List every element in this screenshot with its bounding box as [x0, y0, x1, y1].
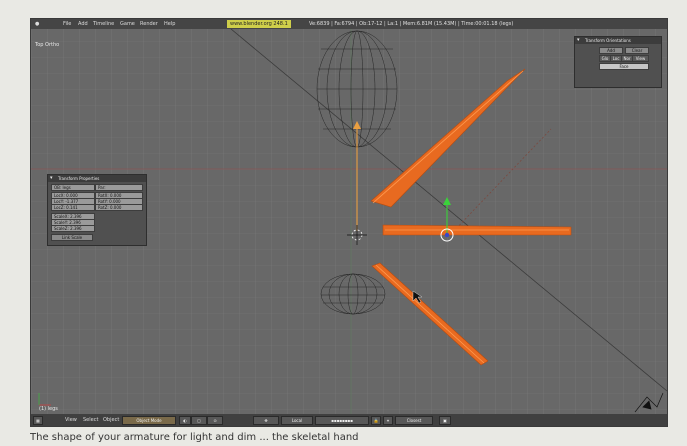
orientation-panel-title[interactable]: Transform Orientations: [575, 37, 661, 44]
scale-z-field[interactable]: ScaleZ: 2.396: [51, 225, 95, 232]
lock-icon[interactable]: 🔒: [371, 416, 381, 425]
parent-field[interactable]: Par:: [95, 184, 143, 191]
object-name-field[interactable]: OB: legs: [51, 184, 95, 191]
menu-select[interactable]: Select: [83, 414, 98, 426]
menu-timeline[interactable]: Timeline: [93, 19, 114, 29]
menu-view[interactable]: View: [65, 414, 77, 426]
add-orientation-button[interactable]: Add: [599, 47, 623, 54]
transform-properties-panel: Transform Properties ▾ OB: legs Par: Loc…: [47, 174, 147, 246]
armature-bone-middle[interactable]: [382, 224, 572, 236]
layer-buttons[interactable]: ▪▪▪▪▪▪▪▪: [315, 416, 369, 425]
video-caption: The shape of your armature for light and…: [30, 432, 359, 443]
video-frame: ● File Add Timeline Game Render Help www…: [0, 0, 687, 446]
orientation-face-item[interactable]: Face: [599, 63, 649, 70]
clear-orientation-button[interactable]: Clear: [625, 47, 649, 54]
loc-z-field[interactable]: LocZ: 0.141: [51, 204, 95, 211]
mode-selector[interactable]: Object Mode: [122, 416, 176, 425]
panel-collapse-icon[interactable]: ▾: [50, 175, 53, 182]
snap-icon[interactable]: ⌖: [383, 416, 393, 425]
render-icon[interactable]: ▣: [439, 416, 451, 425]
blender-window: ● File Add Timeline Game Render Help www…: [30, 18, 668, 427]
panel-collapse-icon[interactable]: ▾: [577, 37, 580, 44]
transform-orientations-panel: Transform Orientations ▾ Add Clear Glo L…: [574, 36, 662, 88]
menu-game[interactable]: Game: [120, 19, 135, 29]
pivot-icon[interactable]: ⊙: [207, 416, 223, 425]
blender-url[interactable]: www.blender.org 248.1: [227, 20, 291, 28]
snap-mode-selector[interactable]: Closest: [395, 416, 433, 425]
shading-icon[interactable]: ▢: [191, 416, 207, 425]
blender-logo-icon[interactable]: ●: [35, 19, 39, 29]
menu-file[interactable]: File: [63, 19, 71, 29]
rot-z-field[interactable]: RotZ: 0.000: [95, 204, 143, 211]
menu-help[interactable]: Help: [164, 19, 175, 29]
active-object-label: (1) legs: [39, 406, 58, 412]
menu-add[interactable]: Add: [78, 19, 88, 29]
draw-type-icon[interactable]: ◐: [179, 416, 191, 425]
orientation-view-button[interactable]: View: [632, 55, 649, 62]
menu-render[interactable]: Render: [140, 19, 158, 29]
editor-type-icon[interactable]: ▦: [33, 416, 43, 425]
scene-stats: Ve:6839 | Fa:6794 | Ob:17-12 | La:1 | Me…: [309, 21, 514, 27]
menu-bar: ● File Add Timeline Game Render Help www…: [31, 19, 667, 29]
menu-object[interactable]: Object: [103, 414, 119, 426]
orientation-selector[interactable]: Local: [281, 416, 313, 425]
manipulator-icon[interactable]: ✥: [253, 416, 279, 425]
link-scale-button[interactable]: Link Scale: [51, 234, 93, 241]
transform-panel-title[interactable]: Transform Properties: [48, 175, 146, 182]
view-label: Top Ortho: [35, 42, 60, 48]
3d-view-header: ▦ View Select Object Object Mode ◐ ▢ ⊙ ✥…: [31, 414, 667, 426]
